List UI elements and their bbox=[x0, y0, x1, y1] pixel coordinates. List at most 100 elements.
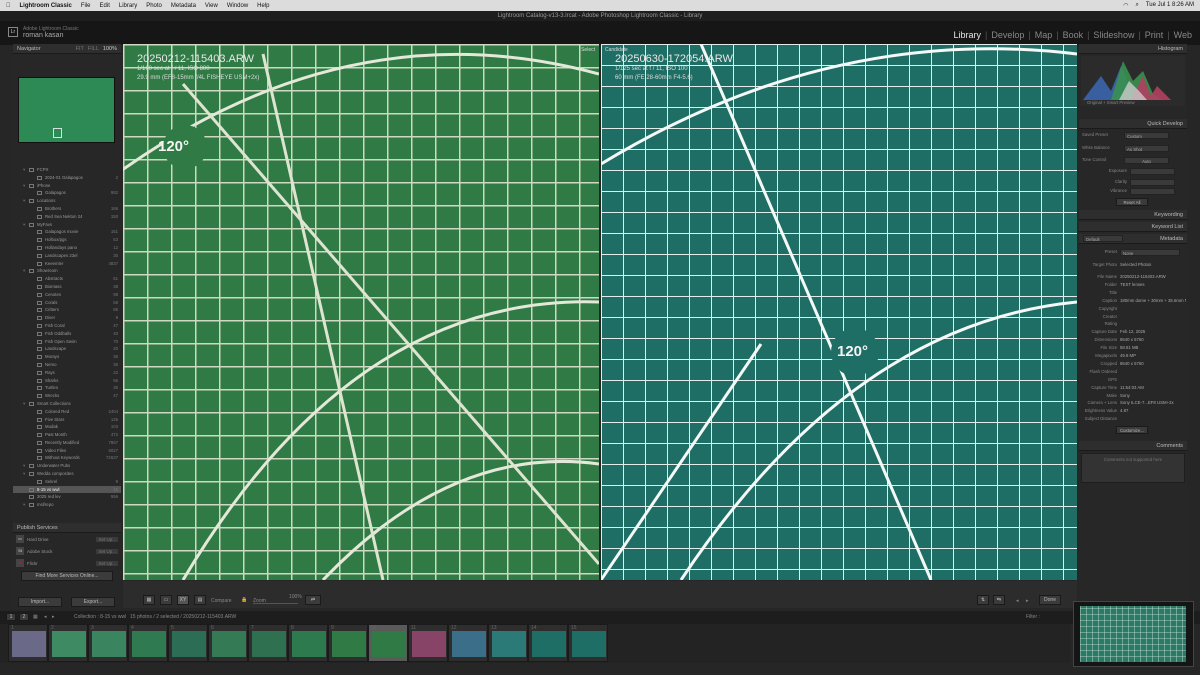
navigator-preview[interactable] bbox=[18, 77, 115, 143]
setup-button[interactable]: Set Up... bbox=[96, 548, 118, 554]
customize-button[interactable]: Customize... bbox=[1116, 426, 1148, 434]
histogram-header[interactable]: Histogram bbox=[1079, 44, 1187, 54]
filmstrip-thumb[interactable]: 13 bbox=[488, 624, 528, 662]
navigator-header[interactable]: Navigator FIT FILL 100% bbox=[13, 44, 121, 54]
back-icon[interactable]: ◂ bbox=[44, 614, 47, 620]
collection-item[interactable]: 2025 red lev 556 bbox=[13, 493, 121, 501]
zoom-slider[interactable] bbox=[253, 603, 298, 604]
collection-item[interactable]: Diver 9 bbox=[13, 314, 121, 322]
metadata-value[interactable] bbox=[1120, 416, 1186, 422]
comments-header[interactable]: Comments bbox=[1079, 441, 1187, 451]
collection-item[interactable]: Brothers 166 bbox=[13, 205, 121, 213]
quick-develop-header[interactable]: Quick Develop bbox=[1079, 119, 1187, 129]
clarity-buttons[interactable] bbox=[1130, 179, 1175, 186]
collection-item[interactable]: Wrecks 47 bbox=[13, 392, 121, 400]
metadata-value[interactable]: TEST lenses bbox=[1120, 282, 1186, 288]
main-window-icon[interactable]: 1 bbox=[6, 613, 16, 621]
clock[interactable]: Tue Jul 1 8:26 AM bbox=[1146, 2, 1194, 9]
collection-item[interactable]: Modak 103 bbox=[13, 423, 121, 431]
collection-item[interactable]: Fish Coral 47 bbox=[13, 322, 121, 330]
survey-view-icon[interactable]: ▤ bbox=[194, 595, 206, 605]
filmstrip-thumb[interactable]: 3 bbox=[88, 624, 128, 662]
filmstrip-thumb[interactable]: 14 bbox=[528, 624, 568, 662]
setup-button[interactable]: Set Up... bbox=[96, 536, 118, 542]
filmstrip-thumb[interactable]: 11 bbox=[408, 624, 448, 662]
app-menu[interactable]: Lightroom Classic bbox=[20, 3, 72, 9]
collection-item[interactable]: Sharks 56 bbox=[13, 377, 121, 385]
second-window-icon[interactable]: 2 bbox=[19, 613, 29, 621]
swap-button[interactable]: ⇄ bbox=[305, 595, 321, 605]
filmstrip-thumb[interactable]: 7 bbox=[248, 624, 288, 662]
zoom-fill[interactable]: FILL bbox=[88, 44, 99, 53]
saved-preset-select[interactable]: Custom bbox=[1124, 132, 1169, 139]
collection-item[interactable]: Corals 68 bbox=[13, 299, 121, 307]
filmstrip-thumb[interactable]: 8 bbox=[288, 624, 328, 662]
collection-item[interactable]: Biomass 38 bbox=[13, 283, 121, 291]
collection-item[interactable]: ▾ Locations bbox=[13, 197, 121, 205]
zoom-fit[interactable]: FIT bbox=[76, 44, 84, 53]
collection-item[interactable]: Critters 86 bbox=[13, 306, 121, 314]
collection-item[interactable]: Past Month 472 bbox=[13, 431, 121, 439]
keywording-header[interactable]: Keywording bbox=[1079, 210, 1187, 220]
filmstrip-thumb[interactable]: 2 bbox=[48, 624, 88, 662]
metadata-value[interactable] bbox=[1120, 314, 1186, 320]
secondary-window-preview[interactable] bbox=[1073, 601, 1194, 667]
select-photo-view[interactable]: 20250212-115403.ARW 1/160 sec at f / 11,… bbox=[123, 44, 599, 580]
metadata-header[interactable]: Default Metadata bbox=[1079, 234, 1187, 244]
collection-item[interactable]: Hollandays pano 12 bbox=[13, 244, 121, 252]
navigator-focus-box[interactable] bbox=[53, 128, 62, 138]
exposure-buttons[interactable] bbox=[1130, 168, 1175, 175]
collection-item[interactable]: ▾ Smart Collections bbox=[13, 400, 121, 408]
module-library[interactable]: Library bbox=[953, 30, 981, 40]
filmstrip-thumb[interactable]: 15 bbox=[568, 624, 608, 662]
forward-icon[interactable]: ▸ bbox=[52, 614, 55, 620]
target-photo-value[interactable]: Selected Photos bbox=[1120, 262, 1186, 268]
metadata-value[interactable]: 49.8 MP bbox=[1120, 353, 1186, 359]
grid-icon[interactable]: ▦ bbox=[33, 614, 38, 620]
apple-icon[interactable]:  bbox=[6, 3, 11, 9]
auto-tone-button[interactable]: Auto bbox=[1124, 157, 1169, 164]
filmstrip-thumb[interactable]: 1 bbox=[8, 624, 48, 662]
metadata-value[interactable] bbox=[1120, 377, 1186, 383]
menu-help[interactable]: Help bbox=[257, 3, 269, 9]
menu-view[interactable]: View bbox=[205, 3, 218, 9]
module-slideshow[interactable]: Slideshow bbox=[1093, 30, 1134, 40]
collection-item[interactable]: Video Files 6027 bbox=[13, 447, 121, 455]
filmstrip-thumb[interactable]: 5 bbox=[168, 624, 208, 662]
collection-item[interactable]: Fish Oddballs 40 bbox=[13, 330, 121, 338]
collection-item[interactable]: ▾ MyFavs bbox=[13, 221, 121, 229]
search-icon[interactable]: ⌕ bbox=[1135, 2, 1138, 9]
white-balance-select[interactable]: As Shot bbox=[1124, 145, 1169, 152]
collection-item[interactable]: 2024-01 Galapagos 2 bbox=[13, 174, 121, 182]
collection-item[interactable]: Cenotes 98 bbox=[13, 291, 121, 299]
collection-item[interactable]: Rays 22 bbox=[13, 369, 121, 377]
metadata-value[interactable] bbox=[1120, 290, 1186, 296]
export-button[interactable]: Export... bbox=[71, 597, 115, 607]
collection-item[interactable]: Keeemler 4837 bbox=[13, 260, 121, 268]
publish-hard-drive[interactable]: ▭ Hard Drive Set Up... bbox=[13, 533, 121, 545]
module-print[interactable]: Print bbox=[1145, 30, 1164, 40]
collection-item[interactable]: ▾ iPhone bbox=[13, 182, 121, 190]
collection-item[interactable]: Landscapes 23el 30 bbox=[13, 252, 121, 260]
collection-item[interactable]: Galapagos 982 bbox=[13, 189, 121, 197]
filmstrip-thumb[interactable]: 9 bbox=[328, 624, 368, 662]
collection-item[interactable]: ▾ msl/repo bbox=[13, 501, 121, 509]
publish-flickr[interactable]: ● Flickr Set Up... bbox=[13, 557, 121, 569]
filmstrip-thumb[interactable]: 10 bbox=[368, 624, 408, 662]
compare-view-icon[interactable]: XY bbox=[177, 595, 189, 605]
menu-library[interactable]: Library bbox=[119, 3, 137, 9]
find-more-services-button[interactable]: Find More Services Online... bbox=[21, 571, 113, 581]
vibrance-buttons[interactable] bbox=[1130, 188, 1175, 195]
filmstrip-thumb[interactable]: 6 bbox=[208, 624, 248, 662]
next-icon[interactable]: ▸ bbox=[1026, 598, 1029, 604]
menu-photo[interactable]: Photo bbox=[146, 3, 162, 9]
collection-item[interactable]: Galapagos movie 151 bbox=[13, 228, 121, 236]
metadata-value[interactable]: 8640 x 5760 bbox=[1120, 361, 1186, 367]
filmstrip-thumb[interactable]: 4 bbox=[128, 624, 168, 662]
collection-item[interactable]: ▾ Showroom bbox=[13, 267, 121, 275]
wifi-icon[interactable]: ◠ bbox=[1123, 2, 1128, 9]
zoom-100[interactable]: 100% bbox=[103, 44, 117, 53]
collection-item[interactable]: ▾ Underwater Pubs bbox=[13, 462, 121, 470]
grid-view-icon[interactable]: ▦ bbox=[143, 595, 155, 605]
menu-window[interactable]: Window bbox=[227, 3, 248, 9]
